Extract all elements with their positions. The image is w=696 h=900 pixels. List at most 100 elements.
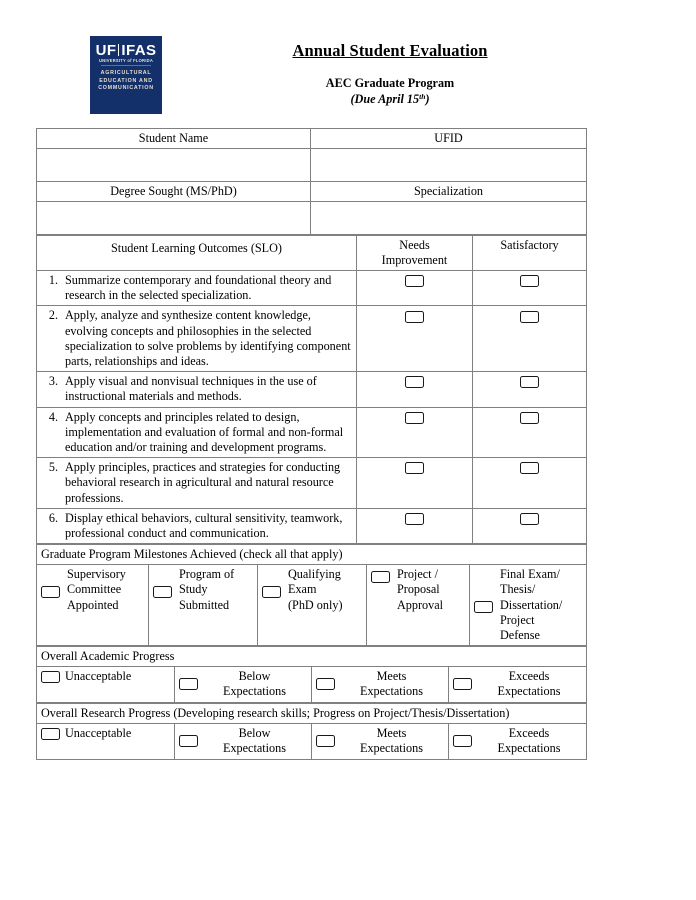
logo-university-line: UNIVERSITY of FLORIDA	[98, 58, 154, 63]
slo-6-needs-improvement-cell[interactable]	[356, 507, 473, 545]
checkbox-icon[interactable]	[405, 275, 424, 288]
research-progress-table: Overall Research Progress (Developing re…	[36, 703, 587, 761]
milestone-supervisory-committee[interactable]: Supervisory Committee Appointed	[36, 564, 149, 647]
table-row: Student Name UFID	[36, 128, 587, 149]
checkbox-icon[interactable]	[520, 275, 539, 288]
checkbox-icon[interactable]	[520, 513, 539, 526]
checkbox-icon[interactable]	[262, 586, 281, 599]
option-line-2: Expectations	[360, 684, 423, 699]
checkbox-icon[interactable]	[316, 735, 335, 748]
table-row: Unacceptable Below Expectations Meets Ex…	[36, 666, 588, 704]
checkbox-icon[interactable]	[474, 601, 493, 614]
academic-progress-unacceptable-label: Unacceptable	[65, 669, 132, 684]
header-title-block: Annual Student Evaluation AEC Graduate P…	[162, 36, 660, 107]
slo-item-3: 3. Apply visual and nonvisual techniques…	[36, 371, 357, 408]
milestone-supervisory-committee-box[interactable]	[41, 567, 67, 599]
checkbox-icon[interactable]	[41, 670, 60, 683]
research-progress-header: Overall Research Progress (Developing re…	[36, 703, 587, 725]
checkbox-icon[interactable]	[453, 735, 472, 748]
research-progress-meets-expectations[interactable]: Meets Expectations	[311, 723, 449, 761]
academic-progress-exceeds-expectations[interactable]: Exceeds Expectations	[447, 666, 588, 704]
specialization-field[interactable]	[310, 201, 587, 235]
checkbox-icon[interactable]	[371, 571, 390, 584]
milestone-qualifying-exam[interactable]: Qualifying Exam (PhD only)	[257, 564, 367, 647]
checkbox-icon[interactable]	[520, 462, 539, 475]
checkbox-icon[interactable]	[405, 310, 424, 323]
milestone-program-of-study[interactable]: Program of Study Submitted	[148, 564, 258, 647]
slo-6-satisfactory-cell[interactable]	[472, 507, 587, 545]
milestone-line: Project	[500, 612, 535, 627]
milestone-final-exam-defense[interactable]: Final Exam/ Thesis/ Dissertation/ Projec…	[469, 564, 587, 647]
degree-sought-header: Degree Sought (MS/PhD)	[36, 181, 311, 202]
due-date-suffix: )	[425, 92, 430, 106]
table-row	[36, 201, 587, 235]
checkbox-icon[interactable]	[405, 462, 424, 475]
milestone-line: Supervisory	[67, 567, 126, 582]
table-row: Degree Sought (MS/PhD) Specialization	[36, 181, 587, 202]
checkbox-icon[interactable]	[520, 376, 539, 389]
student-name-header: Student Name	[36, 128, 311, 149]
slo-1-needs-improvement-cell[interactable]	[356, 269, 473, 307]
checkbox-icon[interactable]	[405, 513, 424, 526]
research-progress-exceeds-expectations-label: Exceeds Expectations	[476, 726, 582, 756]
checkbox-icon[interactable]	[316, 678, 335, 691]
milestone-line: Appointed	[67, 597, 119, 612]
milestone-line: Exam	[288, 582, 317, 597]
checkbox-icon[interactable]	[41, 586, 60, 599]
slo-item-4-text: Apply concepts and principles related to…	[65, 409, 344, 455]
option-line-2: Expectations	[497, 741, 561, 756]
milestone-program-of-study-box[interactable]	[153, 567, 179, 599]
due-date-prefix: (Due April 15	[350, 92, 420, 106]
slo-item-3-text: Apply visual and nonvisual techniques in…	[65, 374, 317, 404]
slo-5-needs-improvement-cell[interactable]	[356, 457, 473, 509]
slo-item-1-number: 1.	[48, 273, 58, 287]
milestone-line: Thesis/	[500, 582, 536, 597]
slo-item-4-number: 4.	[48, 409, 58, 424]
academic-progress-below-expectations[interactable]: Below Expectations	[174, 666, 312, 704]
slo-4-satisfactory-cell[interactable]	[472, 406, 587, 459]
research-progress-below-expectations[interactable]: Below Expectations	[174, 723, 312, 761]
slo-item-5-number: 5.	[48, 460, 58, 475]
milestone-line: Study	[179, 582, 208, 597]
ufid-header: UFID	[310, 128, 587, 149]
checkbox-icon[interactable]	[453, 678, 472, 691]
milestone-line: Qualifying	[288, 567, 341, 582]
degree-sought-field[interactable]	[36, 201, 311, 235]
slo-3-satisfactory-cell[interactable]	[472, 371, 587, 408]
slo-item-6-text: Display ethical behaviors, cultural sens…	[65, 510, 343, 541]
checkbox-icon[interactable]	[179, 678, 198, 691]
checkbox-icon[interactable]	[153, 586, 172, 599]
milestone-project-proposal-approval[interactable]: Project / Proposal Approval	[366, 564, 470, 647]
slo-3-needs-improvement-cell[interactable]	[356, 371, 473, 408]
research-progress-unacceptable[interactable]: Unacceptable	[36, 723, 175, 761]
research-progress-exceeds-expectations[interactable]: Exceeds Expectations	[448, 723, 587, 761]
checkbox-icon[interactable]	[179, 735, 198, 748]
academic-progress-meets-expectations-label: Meets Expectations	[339, 669, 444, 699]
academic-progress-unacceptable[interactable]: Unacceptable	[36, 666, 175, 704]
ufid-field[interactable]	[310, 148, 587, 182]
slo-4-needs-improvement-cell[interactable]	[356, 406, 473, 459]
academic-progress-meets-expectations[interactable]: Meets Expectations	[311, 666, 449, 704]
table-row: Overall Research Progress (Developing re…	[36, 703, 587, 725]
slo-2-needs-improvement-cell[interactable]	[356, 305, 473, 373]
milestone-line: Project /	[397, 567, 438, 582]
student-name-field[interactable]	[36, 148, 311, 182]
milestone-line: Approval	[397, 597, 444, 612]
slo-item-3-number: 3.	[48, 374, 58, 389]
slo-outcomes-header-label: Student Learning Outcomes (SLO)	[111, 241, 282, 255]
checkbox-icon[interactable]	[520, 310, 539, 323]
slo-2-satisfactory-cell[interactable]	[472, 305, 587, 373]
checkbox-icon[interactable]	[405, 376, 424, 389]
checkbox-icon[interactable]	[520, 411, 539, 424]
checkbox-icon[interactable]	[41, 727, 60, 740]
research-progress-below-expectations-label: Below Expectations	[202, 726, 307, 756]
checkbox-icon[interactable]	[405, 411, 424, 424]
academic-progress-header: Overall Academic Progress	[35, 646, 588, 668]
milestone-qualifying-exam-box[interactable]	[262, 567, 288, 599]
milestone-project-proposal-approval-box[interactable]	[371, 567, 397, 584]
slo-1-satisfactory-cell[interactable]	[472, 269, 587, 307]
milestones-table: Graduate Program Milestones Achieved (ch…	[36, 544, 587, 647]
slo-item-5: 5. Apply principles, practices and strat…	[36, 457, 357, 509]
slo-5-satisfactory-cell[interactable]	[472, 457, 587, 509]
milestone-final-exam-defense-box[interactable]	[474, 567, 500, 614]
